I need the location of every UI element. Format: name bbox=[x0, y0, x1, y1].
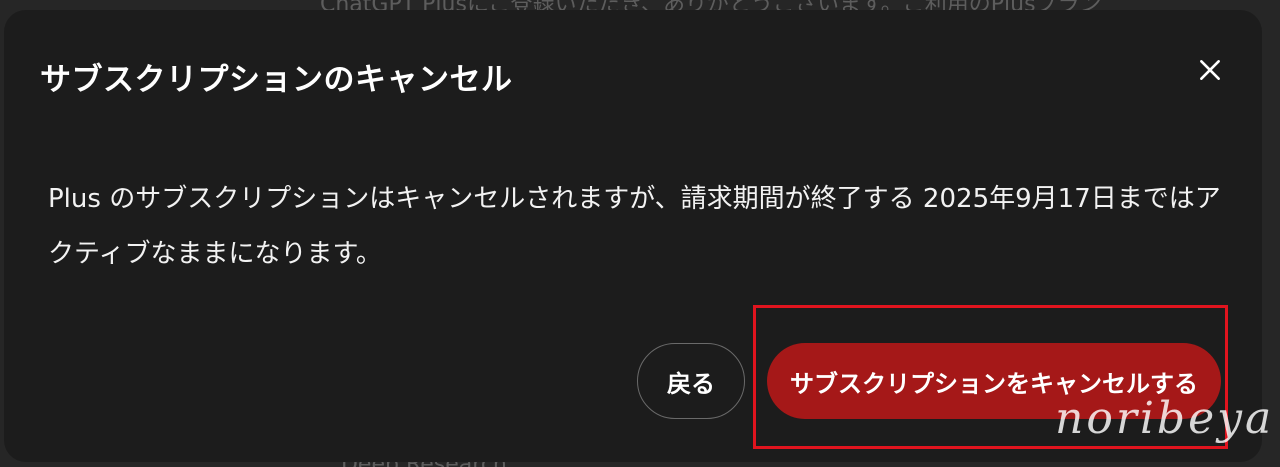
watermark: noribeya bbox=[1055, 393, 1275, 444]
close-button[interactable] bbox=[1190, 50, 1230, 90]
back-button[interactable]: 戻る bbox=[637, 343, 745, 419]
close-icon bbox=[1200, 60, 1220, 80]
dialog-title: サブスクリプションのキャンセル bbox=[40, 62, 513, 98]
dialog-message: Plus のサブスクリプションはキャンセルされますが、請求期間が終了する 202… bbox=[48, 184, 1221, 269]
